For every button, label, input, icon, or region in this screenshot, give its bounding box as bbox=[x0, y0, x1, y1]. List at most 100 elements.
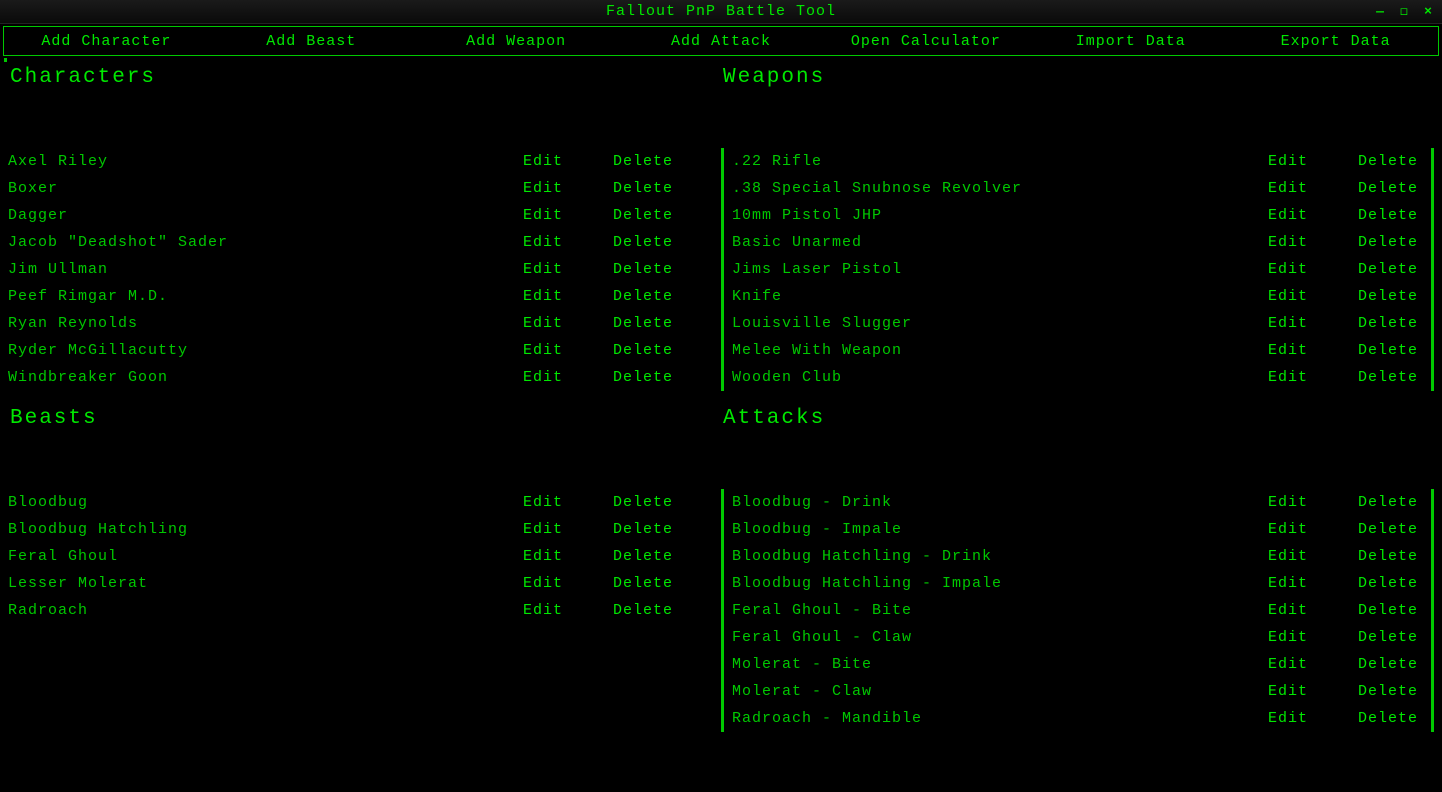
delete-button[interactable]: Delete bbox=[1358, 234, 1428, 251]
item-name[interactable]: Boxer bbox=[8, 180, 523, 197]
delete-button[interactable]: Delete bbox=[1358, 548, 1428, 565]
item-name[interactable]: Feral Ghoul - Claw bbox=[732, 629, 1268, 646]
delete-button[interactable]: Delete bbox=[1358, 710, 1428, 727]
item-name[interactable]: Peef Rimgar M.D. bbox=[8, 288, 523, 305]
edit-button[interactable]: Edit bbox=[523, 153, 613, 170]
item-name[interactable]: Windbreaker Goon bbox=[8, 369, 523, 386]
item-name[interactable]: Feral Ghoul bbox=[8, 548, 523, 565]
edit-button[interactable]: Edit bbox=[523, 548, 613, 565]
item-name[interactable]: Ryan Reynolds bbox=[8, 315, 523, 332]
item-name[interactable]: Lesser Molerat bbox=[8, 575, 523, 592]
edit-button[interactable]: Edit bbox=[1268, 548, 1358, 565]
open-calculator-button[interactable]: Open Calculator bbox=[823, 33, 1028, 50]
edit-button[interactable]: Edit bbox=[1268, 261, 1358, 278]
item-name[interactable]: Melee With Weapon bbox=[732, 342, 1268, 359]
edit-button[interactable]: Edit bbox=[523, 261, 613, 278]
close-icon[interactable]: × bbox=[1420, 4, 1436, 19]
delete-button[interactable]: Delete bbox=[1358, 153, 1428, 170]
edit-button[interactable]: Edit bbox=[523, 315, 613, 332]
item-name[interactable]: Jacob "Deadshot" Sader bbox=[8, 234, 523, 251]
delete-button[interactable]: Delete bbox=[613, 494, 683, 511]
delete-button[interactable]: Delete bbox=[1358, 207, 1428, 224]
edit-button[interactable]: Edit bbox=[1268, 342, 1358, 359]
edit-button[interactable]: Edit bbox=[1268, 656, 1358, 673]
edit-button[interactable]: Edit bbox=[523, 288, 613, 305]
edit-button[interactable]: Edit bbox=[1268, 602, 1358, 619]
item-name[interactable]: Jim Ullman bbox=[8, 261, 523, 278]
edit-button[interactable]: Edit bbox=[1268, 683, 1358, 700]
delete-button[interactable]: Delete bbox=[1358, 494, 1428, 511]
item-name[interactable]: Axel Riley bbox=[8, 153, 523, 170]
delete-button[interactable]: Delete bbox=[1358, 288, 1428, 305]
edit-button[interactable]: Edit bbox=[1268, 180, 1358, 197]
edit-button[interactable]: Edit bbox=[1268, 153, 1358, 170]
delete-button[interactable]: Delete bbox=[1358, 656, 1428, 673]
export-data-button[interactable]: Export Data bbox=[1233, 33, 1438, 50]
item-name[interactable]: Radroach - Mandible bbox=[732, 710, 1268, 727]
delete-button[interactable]: Delete bbox=[613, 369, 683, 386]
edit-button[interactable]: Edit bbox=[1268, 521, 1358, 538]
add-attack-button[interactable]: Add Attack bbox=[619, 33, 824, 50]
edit-button[interactable]: Edit bbox=[1268, 575, 1358, 592]
delete-button[interactable]: Delete bbox=[613, 521, 683, 538]
edit-button[interactable]: Edit bbox=[523, 342, 613, 359]
edit-button[interactable]: Edit bbox=[1268, 629, 1358, 646]
item-name[interactable]: Jims Laser Pistol bbox=[732, 261, 1268, 278]
add-character-button[interactable]: Add Character bbox=[4, 33, 209, 50]
minimize-icon[interactable]: — bbox=[1372, 4, 1388, 19]
item-name[interactable]: Molerat - Bite bbox=[732, 656, 1268, 673]
item-name[interactable]: Molerat - Claw bbox=[732, 683, 1268, 700]
edit-button[interactable]: Edit bbox=[523, 234, 613, 251]
edit-button[interactable]: Edit bbox=[523, 207, 613, 224]
delete-button[interactable]: Delete bbox=[1358, 683, 1428, 700]
delete-button[interactable]: Delete bbox=[1358, 602, 1428, 619]
delete-button[interactable]: Delete bbox=[613, 234, 683, 251]
edit-button[interactable]: Edit bbox=[523, 494, 613, 511]
edit-button[interactable]: Edit bbox=[523, 575, 613, 592]
maximize-icon[interactable]: ◻ bbox=[1396, 4, 1412, 19]
edit-button[interactable]: Edit bbox=[1268, 369, 1358, 386]
delete-button[interactable]: Delete bbox=[613, 261, 683, 278]
delete-button[interactable]: Delete bbox=[613, 602, 683, 619]
edit-button[interactable]: Edit bbox=[1268, 207, 1358, 224]
add-weapon-button[interactable]: Add Weapon bbox=[414, 33, 619, 50]
delete-button[interactable]: Delete bbox=[613, 288, 683, 305]
item-name[interactable]: Bloodbug bbox=[8, 494, 523, 511]
item-name[interactable]: 10mm Pistol JHP bbox=[732, 207, 1268, 224]
item-name[interactable]: .38 Special Snubnose Revolver bbox=[732, 180, 1268, 197]
delete-button[interactable]: Delete bbox=[613, 342, 683, 359]
edit-button[interactable]: Edit bbox=[1268, 710, 1358, 727]
delete-button[interactable]: Delete bbox=[1358, 575, 1428, 592]
item-name[interactable]: Louisville Slugger bbox=[732, 315, 1268, 332]
item-name[interactable]: Dagger bbox=[8, 207, 523, 224]
edit-button[interactable]: Edit bbox=[523, 369, 613, 386]
edit-button[interactable]: Edit bbox=[1268, 234, 1358, 251]
item-name[interactable]: Feral Ghoul - Bite bbox=[732, 602, 1268, 619]
import-data-button[interactable]: Import Data bbox=[1028, 33, 1233, 50]
item-name[interactable]: .22 Rifle bbox=[732, 153, 1268, 170]
delete-button[interactable]: Delete bbox=[1358, 521, 1428, 538]
delete-button[interactable]: Delete bbox=[613, 153, 683, 170]
edit-button[interactable]: Edit bbox=[1268, 315, 1358, 332]
delete-button[interactable]: Delete bbox=[1358, 369, 1428, 386]
delete-button[interactable]: Delete bbox=[613, 548, 683, 565]
delete-button[interactable]: Delete bbox=[1358, 342, 1428, 359]
edit-button[interactable]: Edit bbox=[523, 602, 613, 619]
item-name[interactable]: Wooden Club bbox=[732, 369, 1268, 386]
item-name[interactable]: Bloodbug Hatchling - Drink bbox=[732, 548, 1268, 565]
delete-button[interactable]: Delete bbox=[613, 315, 683, 332]
edit-button[interactable]: Edit bbox=[1268, 288, 1358, 305]
delete-button[interactable]: Delete bbox=[1358, 315, 1428, 332]
item-name[interactable]: Radroach bbox=[8, 602, 523, 619]
item-name[interactable]: Bloodbug Hatchling bbox=[8, 521, 523, 538]
delete-button[interactable]: Delete bbox=[613, 575, 683, 592]
edit-button[interactable]: Edit bbox=[523, 521, 613, 538]
item-name[interactable]: Bloodbug - Drink bbox=[732, 494, 1268, 511]
delete-button[interactable]: Delete bbox=[1358, 261, 1428, 278]
edit-button[interactable]: Edit bbox=[523, 180, 613, 197]
edit-button[interactable]: Edit bbox=[1268, 494, 1358, 511]
item-name[interactable]: Ryder McGillacutty bbox=[8, 342, 523, 359]
item-name[interactable]: Bloodbug - Impale bbox=[732, 521, 1268, 538]
add-beast-button[interactable]: Add Beast bbox=[209, 33, 414, 50]
item-name[interactable]: Basic Unarmed bbox=[732, 234, 1268, 251]
